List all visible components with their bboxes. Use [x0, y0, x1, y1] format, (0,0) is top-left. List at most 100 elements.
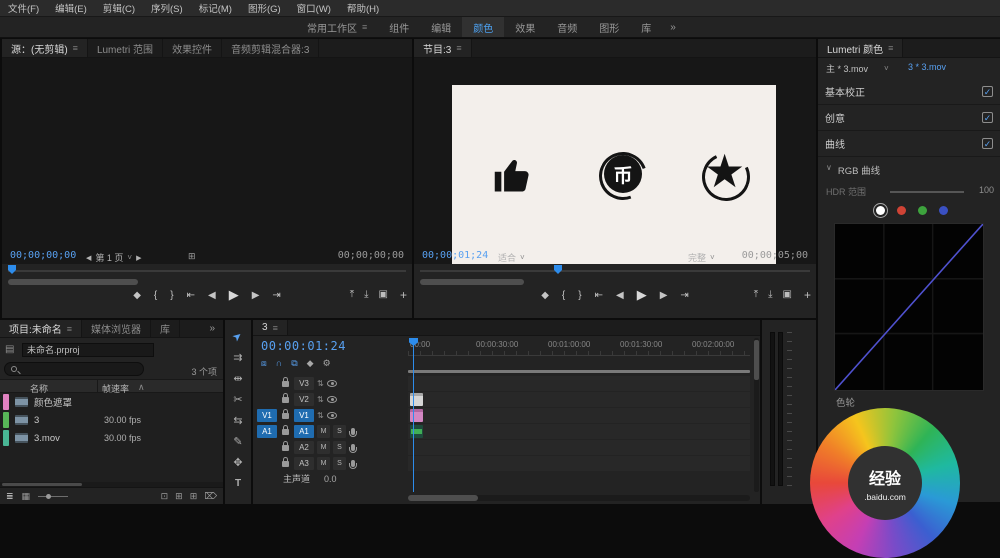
rgb-curves-header[interactable]: ∨ RGB 曲线	[826, 163, 880, 177]
mark-in-icon[interactable]: {	[154, 290, 157, 301]
go-to-out-icon[interactable]: ⇥	[680, 290, 688, 301]
track-target-v1[interactable]: V1	[294, 409, 314, 422]
monitor-settings-grid-icon[interactable]: ⊞	[188, 251, 196, 262]
timeline-ruler[interactable]: 00:00 00:00:30:00 00:01:00:00 00:01:30:0…	[408, 338, 750, 356]
tab-source[interactable]: 源：(无剪辑) ≡	[2, 39, 88, 57]
track-select-tool[interactable]: ⇉	[225, 349, 251, 367]
tab-lumetri-color[interactable]: Lumetri 颜色 ≡	[818, 39, 903, 57]
source-patch-v1[interactable]: V1	[257, 409, 277, 422]
add-marker-icon[interactable]: ◆	[541, 290, 549, 301]
label-color-chip[interactable]	[3, 430, 9, 446]
hdr-range-value[interactable]: 100	[979, 185, 994, 195]
section-checkbox[interactable]: ✓	[982, 86, 993, 97]
mic-icon[interactable]	[351, 444, 355, 451]
workspace-tab-audio[interactable]: 音频	[546, 17, 588, 37]
step-forward-icon[interactable]: ▶	[660, 290, 668, 301]
track-v3-lane[interactable]	[408, 376, 750, 391]
hand-tool[interactable]: ✥	[225, 454, 251, 472]
clip-audio-3mov[interactable]	[410, 425, 423, 438]
hdr-range-slider[interactable]	[890, 191, 964, 193]
mic-icon[interactable]	[351, 460, 355, 467]
track-output-eye-icon[interactable]	[327, 396, 337, 403]
tab-audio-clip-mixer[interactable]: 音频剪辑混合器:3	[222, 39, 319, 57]
new-bin-button[interactable]: ⊞	[190, 491, 198, 502]
export-frame-button[interactable]: ▣	[783, 289, 792, 300]
tab-media-browser[interactable]: 媒体浏览器	[82, 320, 151, 337]
label-color-chip[interactable]	[3, 412, 9, 428]
panel-menu-icon[interactable]: ≡	[456, 43, 461, 53]
track-target-a3[interactable]: A3	[294, 457, 314, 470]
source-patch-empty[interactable]	[257, 377, 277, 390]
track-target-a1[interactable]: A1	[294, 425, 314, 438]
track-a1-lane[interactable]	[408, 424, 750, 439]
mute-button[interactable]: M	[317, 425, 330, 438]
track-target-v3[interactable]: V3	[294, 377, 314, 390]
clip-video-3mov[interactable]	[410, 409, 423, 422]
mark-out-icon[interactable]: }	[170, 290, 173, 301]
panel-menu-icon[interactable]: ≡	[73, 43, 78, 53]
channel-blue-dot[interactable]	[939, 206, 948, 215]
program-scrubber[interactable]	[420, 270, 810, 272]
work-area-bar[interactable]	[408, 370, 750, 373]
channel-green-dot[interactable]	[918, 206, 927, 215]
linked-selection-icon[interactable]: ⧉	[291, 358, 297, 369]
program-zoom-scrollbar[interactable]	[420, 279, 524, 285]
prev-page-icon[interactable]: ◀	[86, 254, 91, 262]
type-tool[interactable]: T	[225, 475, 251, 493]
mark-in-icon[interactable]: {	[562, 290, 565, 301]
pen-tool[interactable]: ✎	[225, 433, 251, 451]
lumetri-section-basic[interactable]: 基本校正 ✓	[818, 79, 1000, 105]
list-item-sequence-3[interactable]: 3 30.00 fps	[0, 411, 223, 429]
panel-menu-icon[interactable]: ≡	[67, 324, 72, 334]
automate-to-sequence-button[interactable]: ⊡	[161, 491, 169, 502]
timeline-vscrollbar[interactable]	[754, 338, 759, 492]
add-marker-icon[interactable]: ◆	[307, 358, 314, 369]
menu-graphics[interactable]: 图形(G)	[240, 1, 289, 15]
rgb-curve-editor[interactable]	[834, 223, 984, 391]
color-wheels-label[interactable]: 色轮	[836, 395, 855, 409]
track-v1-lane[interactable]	[408, 408, 750, 423]
timeline-timecode[interactable]: 00:00:01:24	[261, 339, 346, 353]
delete-button[interactable]: ⌦	[204, 491, 217, 502]
master-volume-value[interactable]: 0.0	[324, 474, 337, 484]
sync-lock-icon[interactable]: ⇅	[317, 379, 324, 388]
add-marker-icon[interactable]: ◆	[133, 290, 141, 301]
menu-markers[interactable]: 标记(M)	[191, 1, 240, 15]
label-color-chip[interactable]	[3, 394, 9, 410]
workspace-tab-graphics[interactable]: 图形	[588, 17, 630, 37]
project-name-box[interactable]: 未命名.prproj	[22, 343, 154, 357]
insert-button[interactable]: ⤒	[350, 289, 354, 300]
insert-overwrite-nest-icon[interactable]: ⧈	[261, 358, 267, 369]
ripple-edit-tool[interactable]: ⇹	[225, 370, 251, 388]
clip-color-matte[interactable]	[410, 393, 423, 406]
menu-file[interactable]: 文件(F)	[0, 1, 47, 15]
workspace-tab-editing[interactable]: 编辑	[420, 17, 462, 37]
project-search-input[interactable]	[4, 362, 144, 376]
list-item-3mov[interactable]: 3.mov 30.00 fps	[0, 429, 223, 447]
list-view-button[interactable]: ≣	[6, 491, 14, 502]
source-scrubber[interactable]	[8, 270, 406, 272]
extract-button[interactable]: ⤓	[768, 289, 772, 300]
track-output-eye-icon[interactable]	[327, 380, 337, 387]
lumetri-section-creative[interactable]: 创意 ✓	[818, 105, 1000, 131]
menu-window[interactable]: 窗口(W)	[289, 1, 339, 15]
lock-icon[interactable]	[282, 445, 289, 451]
snap-icon[interactable]: ∩	[276, 358, 282, 369]
step-forward-icon[interactable]: ▶	[252, 290, 260, 301]
track-target-v2[interactable]: V2	[294, 393, 314, 406]
source-patch-empty[interactable]	[257, 457, 277, 470]
menu-clip[interactable]: 剪辑(C)	[95, 1, 143, 15]
export-frame-button[interactable]: ▣	[379, 289, 388, 300]
channel-white-dot[interactable]	[876, 206, 885, 215]
track-a3-lane[interactable]	[408, 456, 750, 471]
razor-tool[interactable]: ✂	[225, 391, 251, 409]
mute-button[interactable]: M	[317, 441, 330, 454]
channel-red-dot[interactable]	[897, 206, 906, 215]
workspace-tab-color[interactable]: 颜色	[462, 17, 504, 37]
lock-icon[interactable]	[282, 413, 289, 419]
mic-icon[interactable]	[351, 428, 355, 435]
go-to-in-icon[interactable]: ⇤	[187, 290, 195, 301]
find-button[interactable]: ⊞	[175, 491, 183, 502]
next-page-icon[interactable]: ▶	[136, 254, 141, 262]
go-to-out-icon[interactable]: ⇥	[272, 290, 280, 301]
